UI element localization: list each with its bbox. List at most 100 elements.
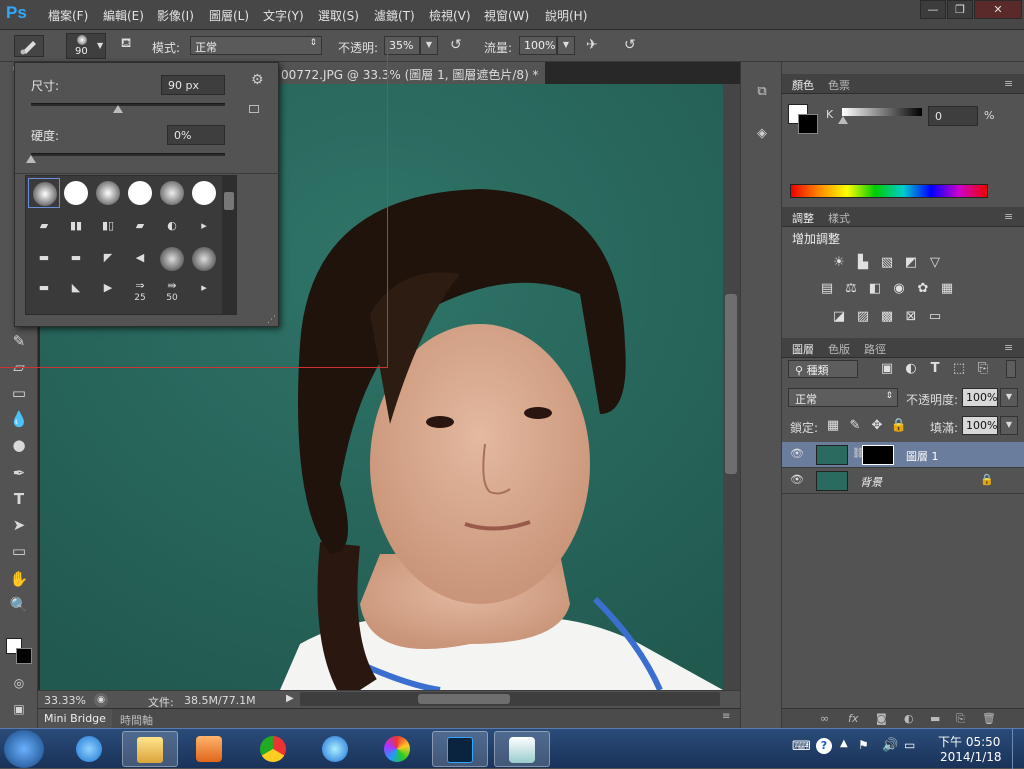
flow-dropdown[interactable]: ▼ [557,36,575,55]
filter-type-icon[interactable]: T [926,362,944,376]
menu-layer[interactable]: 圖層(L) [209,7,249,24]
hardness-slider-thumb[interactable] [26,155,36,163]
document-tab[interactable]: 00772.JPG @ 33.3% (圖層 1, 圖層遮色片/8) * × [275,62,545,84]
brush-hard-round-2[interactable] [124,178,156,208]
brush-tip-12[interactable]: ◣ [60,276,92,306]
color-lookup-icon[interactable]: ▦ [938,282,956,296]
panel-menu-icon[interactable]: ≡ [722,711,730,722]
size-slider-thumb[interactable] [113,105,124,113]
taskbar-chrome[interactable] [246,731,302,767]
status-info-icon[interactable]: ◉ [94,693,108,707]
color-spectrum[interactable] [790,184,988,198]
filter-toggle[interactable] [1006,360,1016,378]
menu-view[interactable]: 檢視(V) [429,7,471,24]
new-layer-icon[interactable]: ⎘ [956,712,965,726]
background-color-swatch[interactable] [16,648,32,664]
brush-size-picker[interactable]: 90 ▼ [66,33,106,59]
panel-menu-icon[interactable]: ≡ [1004,77,1013,90]
channel-mixer-icon[interactable]: ✿ [914,282,932,296]
hand-tool-icon[interactable]: ✋ [8,568,30,590]
k-value-input[interactable]: 0 [928,106,978,126]
brush-tip-4[interactable]: ▰ [124,212,156,242]
panel-menu-icon[interactable]: ≡ [1004,210,1013,223]
brush-soft-round-4[interactable] [156,244,188,274]
brush-grid-scroll-thumb[interactable] [224,192,234,210]
hardness-slider-track[interactable] [31,153,225,156]
gradient-tool-icon[interactable]: ▭ [8,382,30,404]
volume-icon[interactable]: 🔊 [882,738,898,753]
tab-color[interactable]: 顏色 [792,77,814,93]
quick-mask-icon[interactable]: ◎ [8,672,30,694]
trash-icon[interactable]: 🗑 [982,712,996,725]
tab-adjustments[interactable]: 調整 [792,210,814,226]
type-tool-icon[interactable]: T [8,488,30,510]
brush-tip-3[interactable]: ▮▯ [92,212,124,242]
taskbar-picasa[interactable] [370,731,426,767]
network-icon[interactable]: ⚑ [858,738,869,752]
vertical-scrollbar[interactable] [723,84,740,690]
hue-saturation-icon[interactable]: ▤ [818,282,836,296]
menu-filter[interactable]: 濾鏡(T) [374,7,415,24]
taskbar-ie[interactable] [62,731,118,767]
menu-help[interactable]: 說明(H) [545,7,587,24]
horizontal-scroll-thumb[interactable] [418,694,510,704]
brush-soft-round-3[interactable] [156,178,188,208]
start-button[interactable] [4,730,44,768]
gradient-map-icon[interactable]: ▭ [926,310,944,324]
k-slider-track[interactable] [842,108,922,116]
clock-time[interactable]: 下午 05:50 [938,733,1000,750]
brush-panel-toggle-icon[interactable]: ⛾ [116,36,136,56]
exposure-icon[interactable]: ◩ [902,256,920,270]
brush-tip-50[interactable]: ⇛ 50 [156,276,188,306]
brush-tip-7[interactable]: ▬ [28,244,60,274]
gear-icon[interactable]: ⚙ [251,72,264,88]
menu-file[interactable]: 檔案(F) [48,7,88,24]
layer-mask-thumbnail[interactable] [862,445,894,465]
new-preset-icon[interactable] [249,105,259,113]
link-layers-icon[interactable]: ∞ [820,712,829,725]
taskbar-app5[interactable] [308,731,364,767]
eraser-tool-icon[interactable]: ▱ [8,356,30,378]
selective-color-icon[interactable]: ⊠ [902,310,920,324]
brush-hard-round-3[interactable] [188,178,220,208]
blend-mode-select[interactable]: 正常 ⇕ [788,388,898,407]
visibility-eye-icon[interactable]: 👁 [790,473,804,486]
layer-style-icon[interactable]: fx [848,712,858,725]
help-icon[interactable]: ? [816,738,832,754]
screen-mode-icon[interactable]: ▣ [8,698,30,720]
path-select-tool-icon[interactable]: ➤ [8,514,30,536]
menu-select[interactable]: 選取(S) [318,7,359,24]
menu-window[interactable]: 視窗(W) [484,7,529,24]
lock-pixels-icon[interactable]: ✎ [846,419,864,433]
layer-filter-select[interactable]: ⚲ 種類 [788,360,858,378]
zoom-tool-icon[interactable]: 🔍 [8,594,30,616]
horizontal-scrollbar[interactable] [300,692,720,706]
brush-tip-5[interactable]: ◐ [156,212,188,242]
resize-grip-icon[interactable]: ⋰ [267,315,276,325]
new-group-icon[interactable]: ▬ [930,712,940,725]
cube-panel-icon[interactable]: ◈ [751,126,773,148]
tab-layers[interactable]: 圖層 [792,341,814,357]
brush-tip-14[interactable]: ▸ [188,276,220,306]
tab-paths[interactable]: 路徑 [864,341,886,357]
mode-select[interactable]: 正常 ⇕ [190,36,322,55]
brush-tip-10[interactable]: ◀ [124,244,156,274]
brush-tip-9[interactable]: ◤ [92,244,124,274]
brush-soft-round-5[interactable] [188,244,220,274]
flow-input[interactable]: 100% [519,36,557,55]
brush-tip-2[interactable]: ▮▮ [60,212,92,242]
show-desktop-button[interactable] [1012,729,1024,769]
tool-preset-picker[interactable] [14,35,44,57]
taskbar-media[interactable] [182,731,238,767]
lock-transparency-icon[interactable]: ▦ [824,419,842,433]
brush-tip-8[interactable]: ▬ [60,244,92,274]
menu-edit[interactable]: 編輯(E) [103,7,144,24]
zoom-level[interactable]: 33.33% [44,694,86,707]
threshold-icon[interactable]: ▩ [878,310,896,324]
tray-arrow-icon[interactable]: ▲ [840,738,848,749]
tab-channels[interactable]: 色版 [828,341,850,357]
keyboard-icon[interactable]: ⌨ [792,739,811,754]
close-button[interactable]: ✕ [974,0,1022,19]
panel-menu-icon[interactable]: ≡ [1004,341,1013,354]
brush-size-input[interactable]: 90 px [161,75,225,95]
